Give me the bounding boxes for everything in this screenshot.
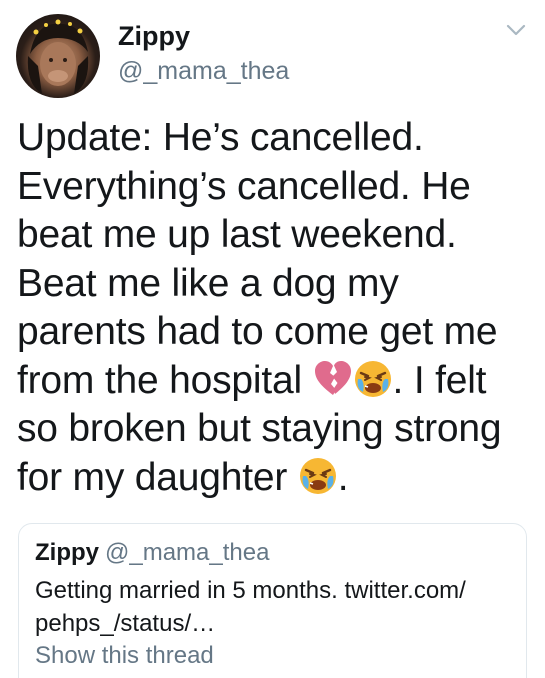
tweet-line: for my daughter .: [17, 454, 527, 503]
quoted-tweet-line: Getting married in 5 months. twitter.com…: [35, 577, 466, 604]
show-thread-link[interactable]: Show this thread: [35, 641, 214, 671]
user-name[interactable]: Zippy: [118, 20, 190, 52]
chevron-down-icon[interactable]: [505, 22, 527, 38]
quoted-tweet[interactable]: Zippy @_mama_thea Getting married in 5 mo…: [18, 523, 527, 678]
tweet-line-part: . I felt: [392, 358, 487, 402]
quoted-tweet-text: Getting married in 5 months. twitter.com…: [35, 574, 515, 640]
broken-heart-icon: [313, 359, 353, 399]
quoted-tweet-header: Zippy @_mama_thea: [35, 538, 269, 568]
tweet-line: from the hospital . I felt: [17, 357, 527, 406]
tweet-line-part: for my daughter: [17, 455, 298, 499]
tweet-line: Everything’s cancelled. He: [17, 164, 471, 208]
tweet-line: so broken but staying strong: [17, 407, 502, 450]
avatar-image: [27, 19, 89, 94]
avatar[interactable]: [16, 14, 100, 98]
tweet-text: Update: He’s cancelled. Everything’s can…: [17, 114, 527, 502]
tweet-line-part: .: [337, 455, 349, 499]
quoted-tweet-line[interactable]: pehps_/status/…: [35, 607, 515, 640]
crying-face-icon: [353, 359, 393, 399]
quoted-user-name[interactable]: Zippy: [35, 539, 99, 566]
user-handle[interactable]: @_mama_thea: [118, 56, 289, 86]
tweet-line: Update: He’s cancelled.: [17, 116, 424, 159]
crying-face-icon: [298, 456, 338, 496]
quoted-user-handle[interactable]: @_mama_thea: [105, 539, 269, 566]
tweet-line-part: from the hospital: [17, 358, 313, 402]
tweet-line: Beat me like a dog my: [17, 261, 399, 305]
tweet-line: beat me up last weekend.: [17, 213, 457, 256]
tweet: Zippy @_mama_thea Update: He’s cancelled…: [0, 0, 545, 678]
tweet-line: parents had to come get me: [17, 310, 498, 353]
